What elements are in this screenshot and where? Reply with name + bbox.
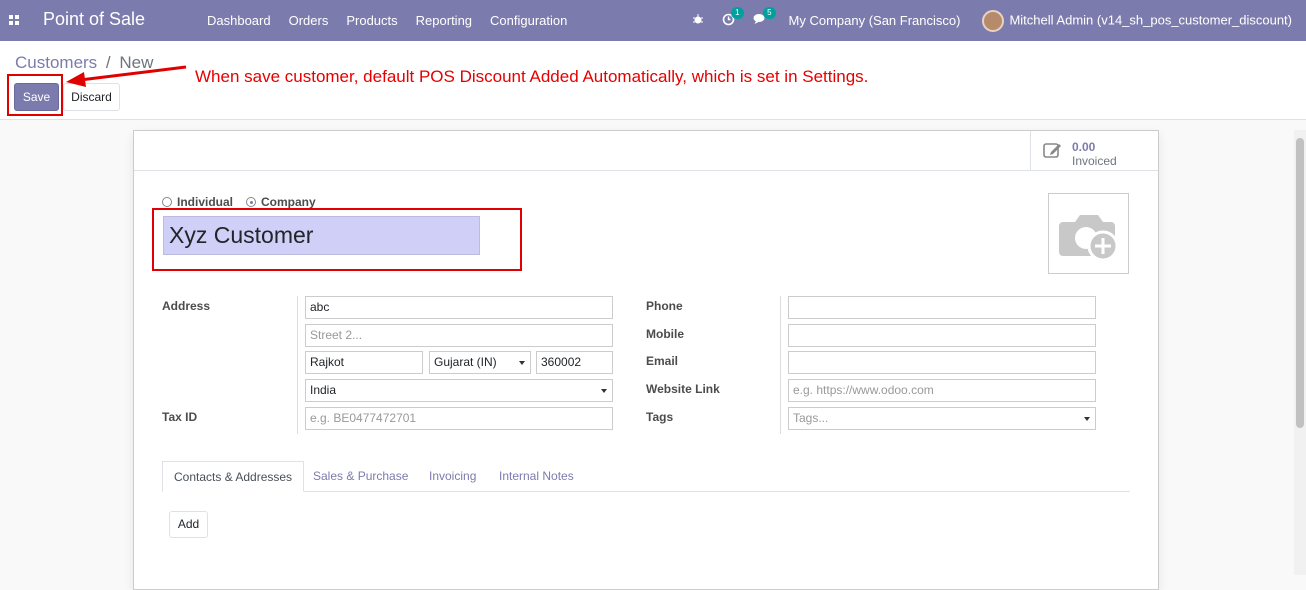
divider — [297, 296, 298, 434]
company-type-radio: Individual Company — [162, 195, 329, 209]
scrollbar-thumb[interactable] — [1296, 138, 1304, 428]
email-label: Email — [646, 354, 679, 368]
tab-internal-notes[interactable]: Internal Notes — [499, 461, 574, 492]
state-value: Gujarat (IN) — [434, 355, 497, 369]
add-contact-button[interactable]: Add — [169, 511, 208, 538]
company-switcher[interactable]: My Company (San Francisco) — [789, 13, 961, 28]
name-highlight-box — [152, 208, 522, 271]
annotation-text: When save customer, default POS Discount… — [195, 67, 869, 86]
street2-input[interactable]: Street 2... — [305, 324, 613, 347]
menu-configuration[interactable]: Configuration — [481, 0, 576, 41]
button-box: 0.00 Invoiced — [134, 131, 1158, 171]
menu-orders[interactable]: Orders — [280, 0, 338, 41]
tax-id-label: Tax ID — [162, 410, 198, 424]
debug-bug-icon[interactable] — [692, 13, 704, 28]
chevron-down-icon — [1084, 417, 1090, 421]
tags-label: Tags — [646, 410, 674, 424]
scrollbar[interactable] — [1294, 130, 1306, 575]
invoiced-stat-button[interactable]: 0.00 Invoiced — [1030, 131, 1158, 171]
pencil-square-icon — [1043, 141, 1063, 162]
apps-menu-icon[interactable] — [9, 15, 20, 26]
tags-placeholder: Tags... — [793, 411, 829, 425]
tab-sales-purchase[interactable]: Sales & Purchase — [313, 461, 408, 492]
avatar — [982, 9, 1005, 32]
chevron-down-icon — [601, 389, 607, 393]
address-label: Address — [162, 299, 211, 313]
radio-company-label: Company — [261, 195, 316, 209]
user-menu[interactable]: Mitchell Admin (v14_sh_pos_customer_disc… — [982, 9, 1292, 32]
email-input[interactable] — [788, 351, 1096, 374]
menu-dashboard[interactable]: Dashboard — [198, 0, 280, 41]
radio-individual-circle[interactable] — [162, 197, 172, 207]
phone-input[interactable] — [788, 296, 1096, 319]
tab-invoicing[interactable]: Invoicing — [429, 461, 476, 492]
menu-products[interactable]: Products — [337, 0, 406, 41]
state-select[interactable]: Gujarat (IN) — [429, 351, 531, 374]
app-title[interactable]: Point of Sale — [43, 9, 145, 30]
divider — [780, 296, 781, 434]
notebook-tabs: Contacts & Addresses Sales & Purchase In… — [162, 461, 1130, 492]
invoiced-label: Invoiced — [1072, 154, 1117, 168]
phone-label: Phone — [646, 299, 683, 313]
street-input[interactable]: abc — [305, 296, 613, 319]
website-label: Website Link — [646, 382, 720, 396]
website-input[interactable]: e.g. https://www.odoo.com — [788, 379, 1096, 402]
radio-individual-label: Individual — [177, 195, 234, 209]
radio-company-circle[interactable] — [246, 197, 257, 207]
zip-input[interactable]: 360002 — [536, 351, 613, 374]
activity-badge: 1 — [731, 6, 744, 19]
country-value: India — [310, 383, 337, 397]
activity-clock-icon[interactable]: 1 — [722, 6, 744, 29]
radio-individual[interactable]: Individual — [162, 195, 233, 209]
photo-upload[interactable] — [1048, 193, 1129, 274]
mobile-input[interactable] — [788, 324, 1096, 347]
messages-badge: 5 — [763, 7, 776, 19]
camera-plus-icon — [1059, 215, 1119, 262]
tax-id-input[interactable]: e.g. BE0477472701 — [305, 407, 613, 430]
mobile-label: Mobile — [646, 327, 684, 341]
annotation-arrow-icon — [66, 65, 187, 87]
save-highlight-box — [7, 74, 63, 116]
systray: 1 5 My Company (San Francisco) Mitchell … — [692, 0, 1306, 41]
form-sheet: 0.00 Invoiced Individual Company Xyz Cus… — [133, 130, 1159, 590]
top-navbar: Point of Sale Dashboard Orders Products … — [0, 0, 1306, 41]
user-name: Mitchell Admin (v14_sh_pos_customer_disc… — [1009, 11, 1292, 27]
menu-reporting[interactable]: Reporting — [407, 0, 481, 41]
tags-input[interactable]: Tags... — [788, 407, 1096, 430]
tab-contacts-addresses[interactable]: Contacts & Addresses — [162, 461, 305, 492]
messages-chat-icon[interactable]: 5 — [753, 7, 776, 28]
radio-company[interactable]: Company — [246, 195, 316, 209]
main-menu: Dashboard Orders Products Reporting Conf… — [198, 0, 576, 41]
chevron-down-icon — [519, 361, 525, 365]
city-input[interactable]: Rajkot — [305, 351, 423, 374]
country-select[interactable]: India — [305, 379, 613, 402]
invoiced-value: 0.00 — [1072, 140, 1096, 154]
